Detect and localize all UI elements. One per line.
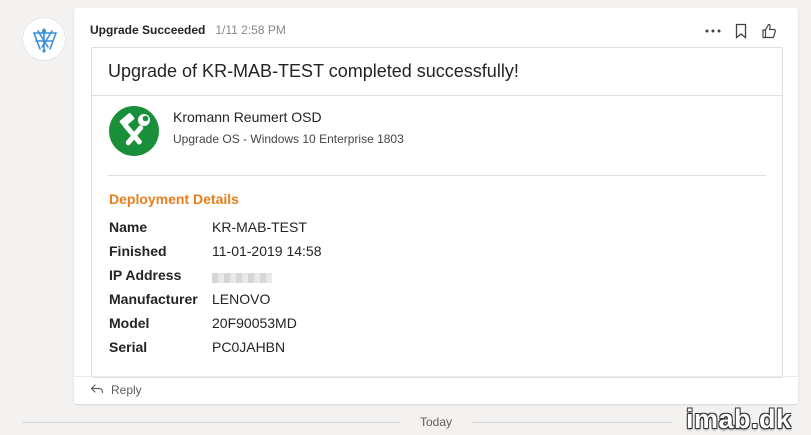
fact-key: Name (109, 219, 148, 235)
card-divider (92, 95, 782, 96)
date-divider-line-left (22, 422, 400, 423)
app-subtitle: Upgrade OS - Windows 10 Enterprise 1803 (173, 132, 404, 146)
fact-value: 20F90053MD (212, 315, 297, 331)
fact-row-finished: Finished 11-01-2019 14:58 (109, 239, 509, 263)
fact-key: Finished (109, 243, 167, 259)
fact-key: Serial (109, 339, 148, 355)
card-title: Upgrade of KR-MAB-TEST completed success… (108, 61, 519, 81)
message-header: Upgrade Succeeded 1/11 2:58 PM (90, 23, 286, 37)
fact-row-model: Model 20F90053MD (109, 311, 509, 335)
fact-value: PC0JAHBN (212, 339, 286, 355)
fact-key: IP Address (109, 267, 182, 283)
adaptive-card: Upgrade of KR-MAB-TEST completed success… (91, 47, 783, 378)
fact-row-manufacturer: Manufacturer LENOVO (109, 287, 509, 311)
section-title: Deployment Details (109, 191, 239, 207)
watermark: imab.dk (686, 404, 792, 434)
fact-set: Name KR-MAB-TEST Finished 11-01-2019 14:… (109, 215, 509, 359)
fact-row-serial: Serial PC0JAHBN (109, 335, 509, 359)
sender-name[interactable]: Upgrade Succeeded (90, 23, 205, 37)
fact-value: LENOVO (212, 291, 271, 307)
like-icon[interactable] (760, 22, 778, 40)
fact-value: KR-MAB-TEST (212, 219, 307, 235)
fact-value: 11-01-2019 14:58 (212, 243, 322, 259)
fact-row-name: Name KR-MAB-TEST (109, 215, 509, 239)
message-timestamp: 1/11 2:58 PM (215, 23, 286, 37)
reply-label: Reply (111, 383, 142, 397)
bookmark-icon[interactable] (732, 22, 750, 40)
reply-button[interactable]: Reply (90, 383, 142, 397)
redacted-value (212, 273, 272, 283)
sccm-logo-icon (33, 28, 57, 53)
reply-arrow-icon (90, 383, 104, 397)
date-divider-line-right (472, 422, 672, 423)
message-actions (704, 22, 778, 40)
more-options-icon[interactable] (704, 22, 722, 40)
section-divider (108, 175, 766, 176)
bot-avatar[interactable] (22, 17, 66, 61)
app-name: Kromann Reumert OSD (173, 109, 322, 125)
osd-tools-icon (109, 106, 159, 156)
fact-key: Model (109, 315, 150, 331)
date-divider-label: Today (420, 415, 453, 429)
message-container: Upgrade Succeeded 1/11 2:58 PM Upgrade o… (74, 8, 798, 404)
fact-row-ip-address: IP Address (109, 263, 509, 287)
reply-divider (74, 376, 798, 377)
fact-key: Manufacturer (109, 291, 198, 307)
